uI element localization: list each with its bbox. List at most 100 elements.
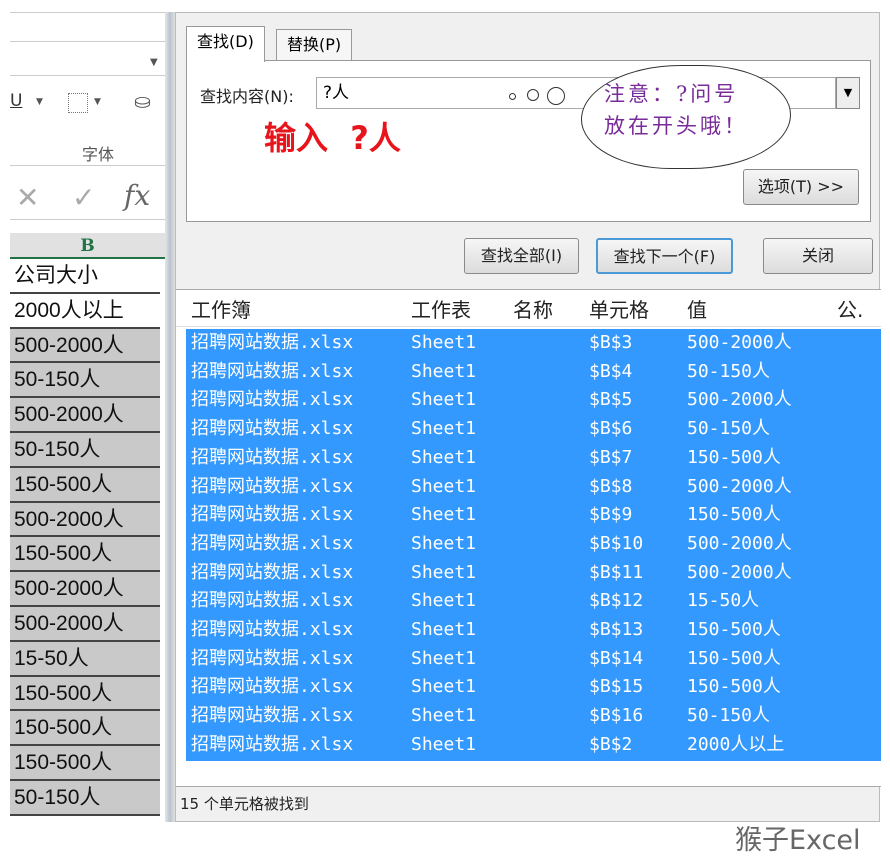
fill-color-icon[interactable]: ⛀ [134, 89, 151, 113]
result-cell: $B$10 [589, 532, 644, 554]
enter-icon[interactable]: ✓ [72, 181, 95, 214]
cell-b12[interactable]: 15-50人 [10, 641, 160, 677]
result-cell: $B$5 [589, 389, 633, 411]
borders-icon[interactable] [68, 93, 88, 113]
result-workbook: 招聘网站数据.xlsx [191, 504, 354, 526]
result-sheet: Sheet1 [411, 532, 477, 554]
tab-find[interactable]: 查找(D) [186, 26, 265, 62]
cloud-callout: 注意：?问号 放在开头哦！ [581, 65, 791, 169]
cancel-icon[interactable]: ✕ [16, 181, 39, 214]
result-workbook: 招聘网站数据.xlsx [191, 532, 354, 554]
result-sheet: Sheet1 [411, 733, 477, 755]
result-row[interactable]: 招聘网站数据.xlsx Sheet1 $B$12 15-50人 [186, 587, 881, 616]
column-header-cell[interactable]: 单元格 [589, 293, 649, 327]
cell-b7[interactable]: 150-500人 [10, 467, 160, 503]
result-row[interactable]: 招聘网站数据.xlsx Sheet1 $B$10 500-2000人 [186, 530, 881, 559]
column-header-formula[interactable]: 公. [837, 293, 863, 327]
chevron-down-icon[interactable]: ▼ [36, 97, 43, 107]
close-button[interactable]: 关闭 [763, 238, 873, 274]
cell-b1[interactable]: 公司大小 [10, 259, 160, 294]
dropdown-arrow-icon[interactable]: ▼ [150, 57, 158, 68]
result-row[interactable]: 招聘网站数据.xlsx Sheet1 $B$13 150-500人 [186, 616, 881, 645]
result-value: 150-500人 [687, 647, 781, 669]
column-header-workbook[interactable]: 工作簿 [191, 293, 251, 327]
result-workbook: 招聘网站数据.xlsx [191, 418, 354, 440]
result-cell: $B$3 [589, 332, 633, 353]
find-next-button[interactable]: 查找下一个(F) [596, 238, 733, 274]
result-row[interactable]: 招聘网站数据.xlsx Sheet1 $B$3 500-2000人 [186, 329, 881, 358]
dropdown-arrow-icon[interactable]: ▼ [836, 77, 860, 109]
result-cell: $B$6 [589, 418, 633, 440]
result-value: 500-2000人 [687, 475, 792, 497]
chevron-down-icon[interactable]: ▼ [94, 97, 101, 107]
cell-b15[interactable]: 150-500人 [10, 746, 160, 781]
result-workbook: 招聘网站数据.xlsx [191, 705, 354, 727]
cell-b8[interactable]: 500-2000人 [10, 502, 160, 538]
cell-b9[interactable]: 150-500人 [10, 537, 160, 573]
cell-b6[interactable]: 50-150人 [10, 433, 160, 468]
options-button[interactable]: 选项(T) >> [743, 169, 859, 205]
result-sheet: Sheet1 [411, 504, 477, 526]
result-row[interactable]: 招聘网站数据.xlsx Sheet1 $B$2 2000人以上 [186, 731, 881, 760]
result-value: 2000人以上 [687, 733, 785, 755]
result-value: 150-500人 [687, 676, 781, 698]
result-sheet: Sheet1 [411, 360, 477, 382]
result-cell: $B$14 [589, 647, 644, 669]
result-cell: $B$16 [589, 705, 644, 727]
result-value: 500-2000人 [687, 561, 792, 583]
result-cell: $B$2 [589, 733, 633, 755]
cell-b3[interactable]: 500-2000人 [10, 328, 160, 364]
result-workbook: 招聘网站数据.xlsx [191, 360, 354, 382]
thought-bubble-dot [509, 93, 516, 100]
result-sheet: Sheet1 [411, 705, 477, 727]
find-all-button[interactable]: 查找全部(I) [464, 238, 579, 274]
excel-sheet-panel: ▼ U ▼ ▼ ⛀ 字体 ✕ ✓ fx B 公司大小 2000人以上 500-200… [10, 12, 165, 822]
cloud-line-1: 注意：?问号 [604, 82, 739, 106]
result-value: 500-2000人 [687, 532, 792, 554]
result-cell: $B$4 [589, 360, 633, 382]
result-cell: $B$12 [589, 590, 644, 612]
result-sheet: Sheet1 [411, 332, 477, 353]
cell-b16[interactable]: 50-150人 [10, 781, 160, 816]
result-workbook: 招聘网站数据.xlsx [191, 446, 354, 468]
result-workbook: 招聘网站数据.xlsx [191, 647, 354, 669]
result-cell: $B$15 [589, 676, 644, 698]
cell-b2[interactable]: 2000人以上 [10, 294, 160, 329]
cell-b4[interactable]: 50-150人 [10, 363, 160, 399]
result-sheet: Sheet1 [411, 676, 477, 698]
column-header-name[interactable]: 名称 [513, 293, 553, 327]
column-header-b[interactable]: B [10, 233, 165, 259]
tab-replace[interactable]: 替换(P) [276, 29, 353, 61]
cloud-line-2: 放在开头哦！ [604, 114, 748, 138]
result-row[interactable]: 招聘网站数据.xlsx Sheet1 $B$8 500-2000人 [186, 473, 881, 502]
result-value: 500-2000人 [687, 332, 792, 353]
result-row[interactable]: 招聘网站数据.xlsx Sheet1 $B$7 150-500人 [186, 444, 881, 473]
cell-b10[interactable]: 500-2000人 [10, 572, 160, 607]
cell-b14[interactable]: 150-500人 [10, 711, 160, 747]
result-row[interactable]: 招聘网站数据.xlsx Sheet1 $B$5 500-2000人 [186, 386, 881, 415]
result-row[interactable]: 招聘网站数据.xlsx Sheet1 $B$9 150-500人 [186, 501, 881, 530]
column-header-value[interactable]: 值 [687, 293, 707, 327]
result-sheet: Sheet1 [411, 619, 477, 640]
result-row[interactable]: 招聘网站数据.xlsx Sheet1 $B$4 50-150人 [186, 358, 881, 387]
result-row[interactable]: 招聘网站数据.xlsx Sheet1 $B$11 500-2000人 [186, 559, 881, 588]
result-cell: $B$11 [589, 561, 644, 583]
result-workbook: 招聘网站数据.xlsx [191, 561, 354, 583]
thought-bubble-dot [527, 89, 539, 101]
underline-button[interactable]: U [10, 91, 22, 111]
result-sheet: Sheet1 [411, 590, 477, 612]
cell-b5[interactable]: 500-2000人 [10, 398, 160, 433]
status-text: 15 个单元格被找到 [180, 795, 309, 813]
column-header-sheet[interactable]: 工作表 [411, 293, 471, 327]
pane-divider[interactable] [165, 12, 175, 822]
cell-b13[interactable]: 150-500人 [10, 676, 160, 712]
result-row[interactable]: 招聘网站数据.xlsx Sheet1 $B$6 50-150人 [186, 415, 881, 444]
result-row[interactable]: 招聘网站数据.xlsx Sheet1 $B$16 50-150人 [186, 702, 881, 731]
result-row[interactable]: 招聘网站数据.xlsx Sheet1 $B$15 150-500人 [186, 673, 881, 702]
result-value: 50-150人 [687, 418, 771, 440]
cell-b11[interactable]: 500-2000人 [10, 607, 160, 642]
result-row[interactable]: 招聘网站数据.xlsx Sheet1 $B$14 150-500人 [186, 645, 881, 674]
result-value: 500-2000人 [687, 389, 792, 411]
result-cell: $B$13 [589, 619, 644, 640]
function-icon[interactable]: fx [124, 179, 150, 212]
